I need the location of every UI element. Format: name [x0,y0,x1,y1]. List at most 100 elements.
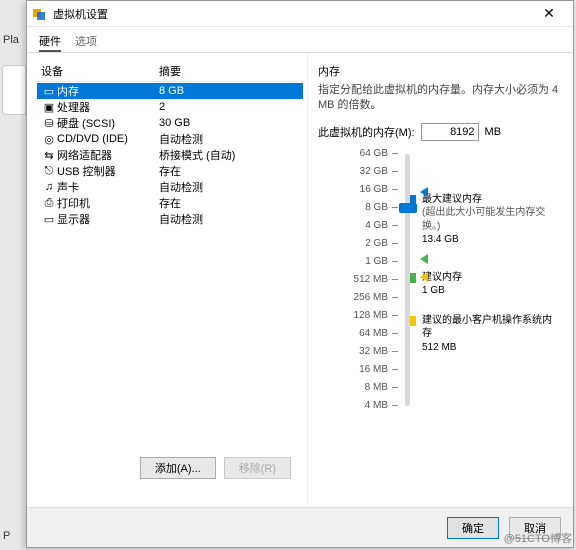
network-icon: ⇆ [41,149,57,162]
device-summary: 自动检测 [159,179,299,195]
device-row-1[interactable]: ▣处理器2 [37,99,303,115]
device-name: CD/DVD (IDE) [57,133,159,145]
device-name: USB 控制器 [57,163,159,179]
usb-icon: ⎋ [41,165,57,178]
tab-options[interactable]: 选项 [75,33,97,52]
device-row-4[interactable]: ⇆网络适配器桥接模式 (自动) [37,147,303,163]
background-p-label: P [3,530,10,542]
memory-panel: 内存 指定分配给此虚拟机的内存量。内存大小必须为 4 MB 的倍数。 此虚拟机的… [307,53,573,503]
scale-tick: 64 MB [359,329,398,339]
legend-rec-val: 1 GB [422,284,462,298]
scale-tick: 128 MB [354,311,398,321]
device-row-6[interactable]: ♫声卡自动检测 [37,179,303,195]
legend-max-val: 13.4 GB [422,233,561,247]
memory-label: 此虚拟机的内存(M): [318,124,415,140]
scale-tick: 16 MB [359,365,398,375]
device-row-2[interactable]: ⛁硬盘 (SCSI)30 GB [37,115,303,131]
memory-input-row: 此虚拟机的内存(M): MB [318,123,561,141]
legend-minimum: 建议的最小客户机操作系统内存 512 MB [406,314,561,355]
memory-legend: 最大建议内存 (超出此大小可能发生内存交换。) 13.4 GB 建议内存 1 G… [406,151,561,411]
close-icon: ✕ [543,5,555,22]
titlebar: 虚拟机设置 ✕ [27,1,573,27]
slider-track [405,154,410,406]
device-name: 硬盘 (SCSI) [57,115,159,131]
scale-tick: 256 MB [354,293,398,303]
vmware-icon [31,6,47,22]
device-list-header: 设备 摘要 [37,61,303,82]
device-summary: 自动检测 [159,211,299,227]
device-summary: 存在 [159,163,299,179]
legend-recommended: 建议内存 1 GB [406,271,561,298]
device-row-8[interactable]: ▭显示器自动检测 [37,211,303,227]
device-summary: 存在 [159,195,299,211]
remove-button: 移除(R) [224,457,291,479]
device-summary: 8 GB [159,85,299,97]
display-icon: ▭ [41,213,57,226]
sound-icon: ♫ [41,181,57,193]
legend-max-title: 最大建议内存 [422,193,561,207]
scale-tick: 8 GB [365,203,398,213]
scale-tick: 4 MB [365,401,398,411]
device-summary: 桥接模式 (自动) [159,147,299,163]
dialog-buttons: 确定 取消 [27,507,573,547]
col-summary: 摘要 [159,63,299,79]
memory-heading: 内存 [318,63,561,79]
legend-min-title: 建议的最小客户机操作系统内存 [422,314,561,341]
slider-thumb[interactable] [399,203,417,213]
memory-description: 指定分配给此虚拟机的内存量。内存大小必须为 4 MB 的倍数。 [318,83,561,113]
disk-icon: ⛁ [41,117,57,130]
tabs: 硬件 选项 [27,27,573,53]
background-tab [2,65,26,115]
device-actions: 添加(A)... 移除(R) [37,457,303,487]
tab-hardware[interactable]: 硬件 [39,33,61,52]
scale-tick: 64 GB [360,149,398,159]
marker-minimum [420,272,428,282]
vm-settings-dialog: 虚拟机设置 ✕ 硬件 选项 设备 摘要 ▭内存8 GB▣处理器2⛁硬盘 (SCS… [26,0,574,548]
scale-tick: 8 MB [365,383,398,393]
memory-scale[interactable]: 64 GB 32 GB 16 GB 8 GB 4 GB 2 GB 1 GB 512 MB 256… [318,151,398,411]
device-row-7[interactable]: ⎙打印机存在 [37,195,303,211]
scale-tick: 4 GB [365,221,398,231]
background-player-label: Pla [3,34,19,46]
dialog-title: 虚拟机设置 [53,6,529,22]
device-summary: 自动检测 [159,131,299,147]
scale-tick: 32 GB [360,167,398,177]
device-name: 处理器 [57,99,159,115]
scale-tick: 1 GB [365,257,398,267]
device-row-0[interactable]: ▭内存8 GB [37,83,303,99]
device-list: ▭内存8 GB▣处理器2⛁硬盘 (SCSI)30 GB◎CD/DVD (IDE)… [37,83,303,227]
device-name: 打印机 [57,195,159,211]
memory-input[interactable] [421,123,479,141]
device-row-3[interactable]: ◎CD/DVD (IDE)自动检测 [37,131,303,147]
device-name: 内存 [57,83,159,99]
cd-dvd-icon: ◎ [41,133,57,146]
memory-unit: MB [485,126,502,138]
legend-max: 最大建议内存 (超出此大小可能发生内存交换。) 13.4 GB [406,193,561,247]
device-summary: 2 [159,101,299,113]
scale-tick: 16 GB [360,185,398,195]
device-row-5[interactable]: ⎋USB 控制器存在 [37,163,303,179]
scale-tick: 2 GB [365,239,398,249]
col-device: 设备 [41,63,159,79]
scale-tick: 32 MB [359,347,398,357]
cancel-button[interactable]: 取消 [509,517,561,539]
device-list-panel: 设备 摘要 ▭内存8 GB▣处理器2⛁硬盘 (SCSI)30 GB◎CD/DVD… [27,53,307,503]
device-name: 网络适配器 [57,147,159,163]
marker-recommended [420,254,428,264]
legend-min-val: 512 MB [422,341,561,355]
content-area: 设备 摘要 ▭内存8 GB▣处理器2⛁硬盘 (SCSI)30 GB◎CD/DVD… [27,53,573,503]
scale-tick: 512 MB [354,275,398,285]
ok-button[interactable]: 确定 [447,517,499,539]
printer-icon: ⎙ [41,197,57,210]
memory-scale-wrap: 64 GB 32 GB 16 GB 8 GB 4 GB 2 GB 1 GB 512 MB 256… [318,151,561,411]
legend-rec-title: 建议内存 [422,271,462,285]
memory-icon: ▭ [41,85,57,98]
marker-max [420,187,428,197]
device-name: 显示器 [57,211,159,227]
cpu-icon: ▣ [41,101,57,114]
device-summary: 30 GB [159,117,299,129]
legend-max-sub: (超出此大小可能发生内存交换。) [422,206,561,233]
close-button[interactable]: ✕ [529,2,569,26]
add-button[interactable]: 添加(A)... [140,457,216,479]
device-name: 声卡 [57,179,159,195]
